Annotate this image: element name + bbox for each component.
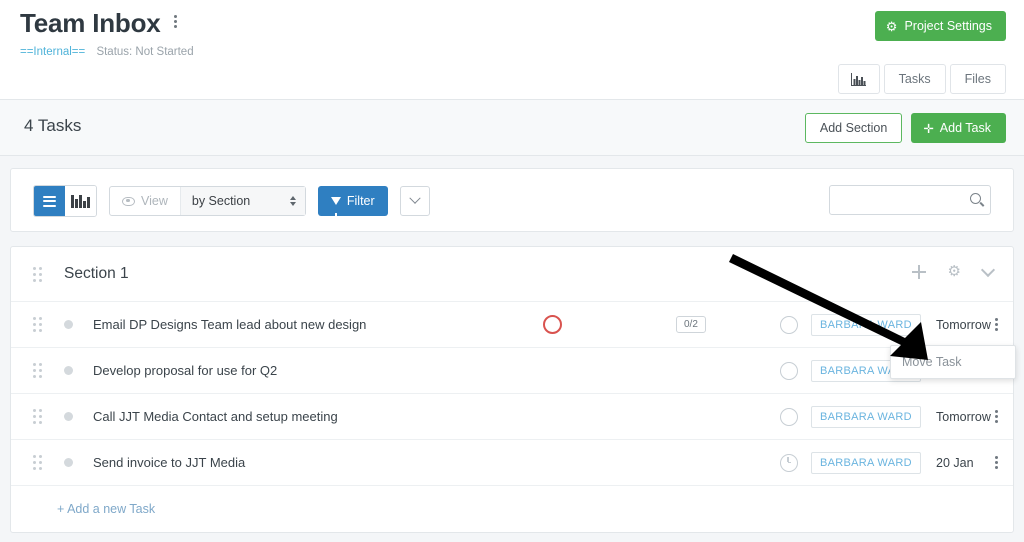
eye-icon (122, 197, 135, 206)
kebab-vertical-icon[interactable] (995, 454, 998, 471)
list-view-glyph (43, 193, 56, 209)
kebab-vertical-icon[interactable] (174, 13, 177, 30)
tasks-count-title: 4 Tasks (24, 116, 81, 136)
section-header: Section 1 ⚙ (11, 247, 1013, 302)
table-row[interactable]: Call JJT Media Contact and setup meeting… (11, 394, 1013, 440)
project-title-block: Team Inbox ==Internal== Status: Not Star… (20, 8, 194, 59)
funnel-icon (331, 197, 341, 205)
add-section-button[interactable]: Add Section (805, 113, 902, 143)
due-date[interactable]: Tomorrow (936, 318, 991, 332)
table-row[interactable]: Send invoice to JJT Media BARBARA WARD 2… (11, 440, 1013, 486)
board-view-icon[interactable] (65, 186, 96, 216)
drag-handle-icon[interactable] (33, 409, 44, 424)
project-header: Team Inbox ==Internal== Status: Not Star… (0, 0, 1024, 100)
add-task-label: Add Task (940, 121, 991, 135)
add-task-button[interactable]: ✛ Add Task (911, 113, 1006, 143)
circle-clock-icon[interactable] (780, 454, 798, 472)
view-tabs: Tasks Files (838, 64, 1006, 94)
view-label-text: View (141, 194, 168, 208)
count-bar-actions: Add Section ✛ Add Task (805, 113, 1006, 143)
project-status: Status: Not Started (96, 46, 193, 58)
project-tag: ==Internal== (20, 46, 85, 58)
drag-handle-icon[interactable] (33, 363, 44, 378)
drag-handle-icon[interactable] (33, 317, 44, 332)
gear-icon: ⚙ (886, 20, 898, 33)
subtask-count-badge: 0/2 (676, 316, 706, 333)
group-by-value: by Section (192, 194, 250, 208)
section-collapse-icon[interactable] (981, 262, 995, 276)
task-status-dot-icon (64, 366, 73, 375)
tab-files-label: Files (965, 72, 991, 86)
due-date[interactable]: 20 Jan (936, 456, 974, 470)
chevron-down-glyph (409, 193, 420, 204)
list-view-icon[interactable] (34, 186, 65, 216)
table-row[interactable]: Email DP Designs Team lead about new des… (11, 302, 1013, 348)
section-title: Section 1 (64, 265, 129, 283)
chevron-double-down-icon[interactable] (400, 186, 430, 216)
project-settings-button[interactable]: ⚙ Project Settings (875, 11, 1006, 41)
assignee-chip[interactable]: BARBARA WARD (811, 406, 921, 428)
task-name: Email DP Designs Team lead about new des… (93, 317, 366, 332)
add-section-label: Add Section (820, 121, 887, 135)
tasks-toolbar: View by Section Filter (10, 168, 1014, 232)
filter-label: Filter (347, 194, 375, 208)
add-new-task-link[interactable]: + Add a new Task (57, 502, 155, 516)
task-name: Call JJT Media Contact and setup meeting (93, 409, 338, 424)
search-input[interactable] (829, 185, 991, 215)
view-mode-toggle (33, 185, 97, 217)
search-box (829, 185, 991, 215)
view-label[interactable]: View (110, 187, 181, 215)
section-settings-icon[interactable]: ⚙ (948, 264, 961, 279)
move-task-dropdown: Move Task (890, 345, 1016, 379)
task-name: Send invoice to JJT Media (93, 455, 245, 470)
app-page: Team Inbox ==Internal== Status: Not Star… (0, 0, 1024, 542)
section-actions: ⚙ (912, 264, 993, 279)
section-add-task-icon[interactable] (912, 265, 926, 279)
select-stepper-icon (290, 196, 296, 206)
circle-empty-icon[interactable] (780, 362, 798, 380)
priority-circle-red-icon[interactable] (543, 315, 562, 334)
project-settings-label: Project Settings (904, 19, 992, 33)
kebab-vertical-icon[interactable] (995, 408, 998, 425)
drag-handle-icon[interactable] (33, 267, 44, 282)
view-group-control: View by Section (109, 186, 306, 216)
task-name: Develop proposal for use for Q2 (93, 363, 277, 378)
task-status-dot-icon (64, 458, 73, 467)
due-date[interactable]: Tomorrow (936, 410, 991, 424)
search-icon[interactable] (970, 193, 981, 204)
assignee-chip[interactable]: BARBARA WARD (811, 452, 921, 474)
drag-handle-icon[interactable] (33, 455, 44, 470)
tab-tasks-label: Tasks (899, 72, 931, 86)
group-by-select[interactable]: by Section (181, 187, 305, 215)
circle-empty-icon[interactable] (780, 408, 798, 426)
project-meta: ==Internal== Status: Not Started (20, 45, 194, 59)
task-status-dot-icon (64, 320, 73, 329)
tab-files[interactable]: Files (950, 64, 1006, 94)
page-title: Team Inbox (20, 8, 161, 39)
circle-empty-icon[interactable] (780, 316, 798, 334)
tab-tasks[interactable]: Tasks (884, 64, 946, 94)
filter-button[interactable]: Filter (318, 186, 388, 216)
board-view-glyph (71, 195, 90, 208)
table-row[interactable]: Develop proposal for use for Q2 BARBARA … (11, 348, 1013, 394)
plus-icon: ✛ (923, 121, 933, 136)
tasks-count-bar: 4 Tasks Add Section ✛ Add Task (0, 100, 1024, 156)
task-status-dot-icon (64, 412, 73, 421)
task-list-card: Section 1 ⚙ Email DP Designs Team lead a… (10, 246, 1014, 533)
kebab-vertical-icon[interactable] (995, 316, 998, 333)
add-new-task-row: + Add a new Task (11, 486, 1013, 532)
tab-dashboard[interactable] (838, 64, 880, 94)
toolbar-left-group: View by Section Filter (33, 185, 430, 217)
menu-item-move-task[interactable]: Move Task (891, 346, 1015, 378)
assignee-chip[interactable]: BARBARA WARD (811, 314, 921, 336)
chart-icon (851, 73, 866, 86)
